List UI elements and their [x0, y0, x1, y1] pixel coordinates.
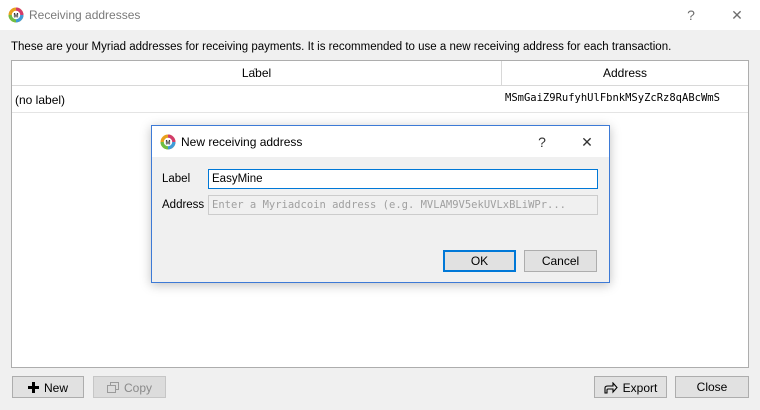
column-header-address[interactable]: Address [502, 61, 748, 85]
close-button[interactable]: Close [675, 376, 749, 398]
myriad-logo-icon: M [160, 134, 176, 150]
row-label-cell: (no label) [15, 93, 66, 107]
table-row[interactable]: (no label) MSmGaiZ9RufyhUlFbnkMSyZcRz8qA… [12, 86, 748, 113]
cancel-button[interactable]: Cancel [524, 250, 597, 272]
column-header-label[interactable]: ^ Label [12, 61, 502, 85]
dialog-titlebar: M New receiving address ? ✕ [152, 126, 609, 157]
new-address-dialog: M New receiving address ? ✕ Label EasyMi… [151, 125, 610, 283]
intro-text: These are your Myriad addresses for rece… [11, 41, 672, 53]
export-button[interactable]: Export [594, 376, 667, 398]
dialog-title: New receiving address [181, 135, 303, 149]
copy-icon [106, 382, 119, 394]
table-header: ^ Label Address [12, 61, 748, 86]
new-button-label: New [43, 380, 68, 395]
window-title: Receiving addresses [29, 8, 141, 22]
svg-text:M: M [14, 14, 19, 20]
label-input[interactable]: EasyMine [208, 169, 598, 189]
copy-button-label: Copy [123, 380, 152, 395]
new-button[interactable]: New [12, 376, 84, 398]
ok-button[interactable]: OK [443, 250, 516, 272]
dialog-help-button[interactable]: ? [529, 130, 555, 154]
row-address-cell: MSmGaiZ9RufyhUlFbnkMSyZcRz8qABcWmS [505, 92, 720, 104]
sort-ascending-icon: ^ [253, 67, 257, 76]
help-button[interactable]: ? [678, 3, 704, 27]
plus-icon [27, 382, 39, 394]
dialog-close-button[interactable]: ✕ [574, 130, 600, 154]
svg-text:M: M [166, 141, 171, 147]
export-icon [604, 381, 618, 394]
copy-button[interactable]: Copy [93, 376, 166, 398]
myriad-logo-icon: M [8, 7, 24, 23]
window-titlebar: M Receiving addresses ? ✕ [0, 0, 760, 30]
label-field-label: Label [162, 173, 191, 185]
address-input[interactable]: Enter a Myriadcoin address (e.g. MVLAM9V… [208, 195, 598, 215]
export-button-label: Export [622, 380, 658, 395]
address-field-label: Address [162, 199, 205, 211]
window-close-button[interactable]: ✕ [724, 3, 750, 27]
